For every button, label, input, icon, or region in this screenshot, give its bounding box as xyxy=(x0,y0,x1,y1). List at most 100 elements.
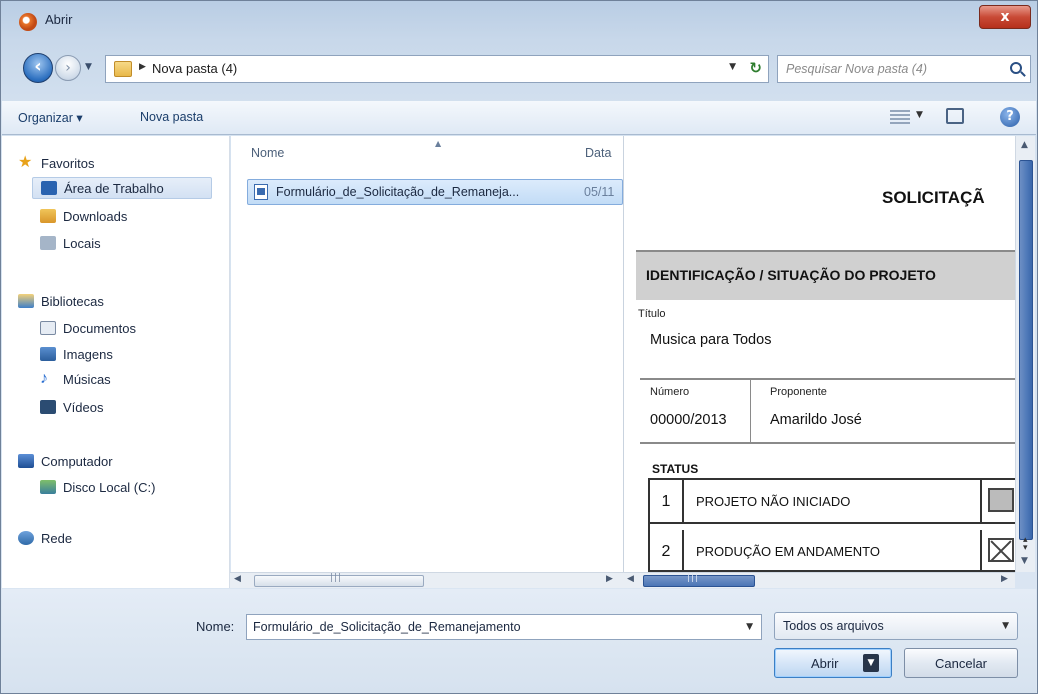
sidebar-item-images[interactable]: Imagens xyxy=(40,343,113,365)
document-icon xyxy=(254,184,268,200)
places-icon xyxy=(40,236,56,250)
sidebar-item-label: Favoritos xyxy=(41,155,95,171)
scroll-right-icon[interactable]: ▶ xyxy=(606,574,613,584)
grip-icon: ||| xyxy=(330,573,343,583)
status-text: PRODUÇÃO EM ANDAMENTO xyxy=(696,544,880,559)
sidebar-item-documents[interactable]: Documentos xyxy=(40,317,136,339)
file-type-select[interactable]: Todos os arquivos ▼ xyxy=(774,612,1018,640)
open-options-chevron-down-icon[interactable]: ▼ xyxy=(863,654,879,672)
document-title: SOLICITAÇÃ xyxy=(882,188,985,207)
preview-pane-icon[interactable] xyxy=(946,108,964,124)
title-label: Título xyxy=(638,308,666,320)
recent-pages-chevron-down-icon[interactable]: ▼ xyxy=(85,62,92,72)
sidebar-item-favorites[interactable]: ★ Favoritos xyxy=(18,152,94,174)
sidebar-item-label: Locais xyxy=(63,235,101,251)
open-button[interactable]: Abrir ▼ xyxy=(774,648,892,678)
sidebar-item-label: Disco Local (C:) xyxy=(63,479,156,495)
file-list: Nome ▲ Data Formulário_de_Solicitação_de… xyxy=(231,136,623,572)
cancel-button-label: Cancelar xyxy=(934,656,988,671)
refresh-icon[interactable]: ↻ xyxy=(749,59,762,77)
cancel-button[interactable]: Cancelar xyxy=(904,648,1018,678)
file-name-chevron-down-icon[interactable]: ▼ xyxy=(746,622,753,632)
close-button[interactable]: x xyxy=(979,5,1031,29)
sidebar-item-label: Downloads xyxy=(63,208,128,224)
file-name-input[interactable] xyxy=(253,618,723,636)
open-button-label: Abrir xyxy=(811,656,839,671)
new-folder-button[interactable]: Nova pasta xyxy=(140,110,203,124)
search-box[interactable] xyxy=(777,55,1031,83)
sidebar-item-label: Rede xyxy=(41,530,73,546)
videos-icon xyxy=(40,400,56,414)
divider xyxy=(640,378,1015,380)
app-icon xyxy=(19,13,37,31)
sidebar-item-local-disk[interactable]: Disco Local (C:) xyxy=(40,476,155,498)
sidebar-item-desktop[interactable]: Área de Trabalho xyxy=(32,177,212,199)
grip-icon: ||| xyxy=(687,573,700,583)
file-list-horizontal-scrollbar[interactable]: ◀ ||| ▶ xyxy=(230,572,623,588)
table-row[interactable]: Formulário_de_Solicitação_de_Remaneja...… xyxy=(247,179,623,205)
proponent-label: Proponente xyxy=(770,386,827,398)
title-value: Musica para Todos xyxy=(650,332,772,348)
breadcrumb-current[interactable]: Nova pasta (4) xyxy=(152,61,237,76)
number-value: 00000/2013 xyxy=(650,412,727,428)
sidebar-item-label: Computador xyxy=(41,453,113,469)
breadcrumb-arrow-icon[interactable]: ▶ xyxy=(139,62,146,72)
window-title: Abrir xyxy=(45,12,73,27)
status-text: PROJETO NÃO INICIADO xyxy=(696,494,851,509)
preview-vertical-scrollbar[interactable]: ▲ ▴ ▾ ▼ xyxy=(1015,136,1035,572)
scroll-left-icon[interactable]: ◀ xyxy=(627,574,634,584)
search-icon[interactable] xyxy=(1010,62,1022,74)
sidebar-item-network[interactable]: Rede xyxy=(18,527,72,549)
computer-icon xyxy=(18,454,34,468)
sidebar-item-label: Área de Trabalho xyxy=(64,180,164,196)
back-button[interactable]: ‹ xyxy=(23,53,53,83)
help-icon[interactable]: ? xyxy=(1000,107,1020,127)
network-icon xyxy=(18,531,34,545)
sidebar-item-label: Documentos xyxy=(63,320,136,336)
status-number: 2 xyxy=(650,530,684,572)
divider xyxy=(640,442,1015,444)
images-icon xyxy=(40,347,56,361)
preview-horizontal-scrollbar[interactable]: ◀ ||| ▶ xyxy=(623,572,1015,588)
sidebar-item-libraries[interactable]: Bibliotecas xyxy=(18,290,104,312)
file-type-value: Todos os arquivos xyxy=(783,619,884,633)
checkbox-icon xyxy=(988,488,1014,512)
scrollbar-thumb[interactable] xyxy=(1019,160,1033,540)
address-chevron-down-icon[interactable]: ▼ xyxy=(729,62,736,72)
status-label: STATUS xyxy=(652,462,699,476)
footer-panel: Nome: ▼ Todos os arquivos ▼ Abrir ▼ Canc… xyxy=(2,589,1036,693)
view-options-icon[interactable] xyxy=(890,110,910,124)
scroll-left-icon[interactable]: ◀ xyxy=(234,574,241,584)
divider xyxy=(750,380,751,442)
column-header-name[interactable]: Nome xyxy=(251,146,284,160)
desktop-icon xyxy=(41,181,57,195)
title-bar: Abrir x xyxy=(1,1,1037,41)
proponent-value: Amarildo José xyxy=(770,412,862,428)
scroll-up-icon[interactable]: ▲ xyxy=(1021,140,1028,150)
address-bar[interactable]: ▶ Nova pasta (4) ▼ ↻ xyxy=(105,55,769,83)
libraries-icon xyxy=(18,294,34,308)
forward-button[interactable]: › xyxy=(55,55,81,81)
checked-box-icon xyxy=(988,538,1014,562)
scroll-right-icon[interactable]: ▶ xyxy=(1001,574,1008,584)
search-input[interactable] xyxy=(786,60,996,78)
organize-button[interactable]: Organizar ▾ xyxy=(18,110,83,125)
view-chevron-down-icon[interactable]: ▼ xyxy=(916,110,923,120)
column-header-date[interactable]: Data xyxy=(585,146,611,160)
sidebar-item-music[interactable]: ♪ Músicas xyxy=(40,368,111,390)
sidebar-item-downloads[interactable]: Downloads xyxy=(40,205,127,227)
file-date: 05/11 xyxy=(584,185,615,199)
documents-icon xyxy=(40,321,56,335)
file-name-field[interactable]: ▼ xyxy=(246,614,762,640)
open-file-dialog: Abrir x ‹ › ▼ ▶ Nova pasta (4) ▼ ↻ Organ… xyxy=(0,0,1038,694)
status-table: 1 PROJETO NÃO INICIADO 2 PRODUÇÃO EM AND… xyxy=(648,478,1015,572)
downloads-icon xyxy=(40,209,56,223)
status-number: 1 xyxy=(650,480,684,524)
sidebar-item-places[interactable]: Locais xyxy=(40,232,101,254)
sidebar-item-computer[interactable]: Computador xyxy=(18,450,113,472)
music-icon: ♪ xyxy=(40,370,48,387)
scroll-down-icon[interactable]: ▼ xyxy=(1021,556,1028,566)
number-label: Número xyxy=(650,386,690,398)
sidebar-item-label: Bibliotecas xyxy=(41,293,104,309)
sidebar-item-videos[interactable]: Vídeos xyxy=(40,396,103,418)
